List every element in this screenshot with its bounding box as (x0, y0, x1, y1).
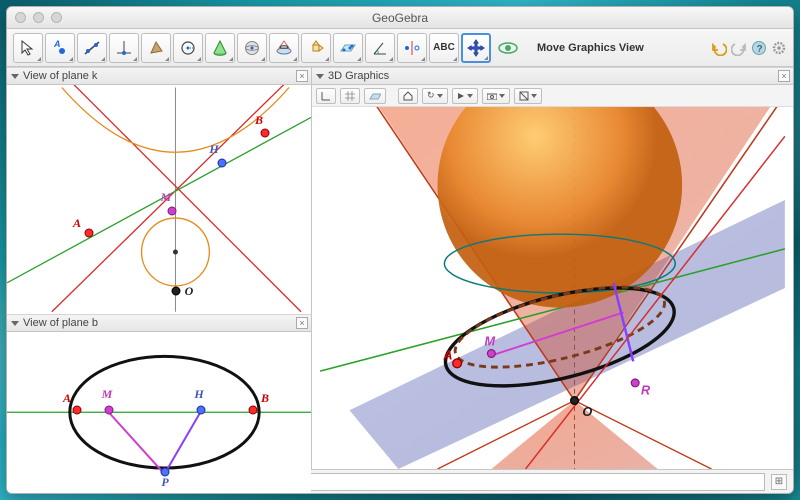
toggle-grid-button[interactable] (340, 88, 360, 104)
net-tool[interactable] (301, 33, 331, 63)
zoom-window-button[interactable] (51, 12, 62, 23)
point-H-b[interactable] (197, 406, 206, 415)
graphics3d-svg: A M R O (312, 107, 793, 469)
start-rotation-button[interactable] (452, 88, 478, 104)
visibility-tool[interactable] (493, 33, 523, 63)
move-tool[interactable] (13, 33, 43, 63)
svg-text:A: A (53, 39, 61, 49)
close-icon[interactable]: × (296, 70, 308, 82)
point-A-b[interactable] (73, 406, 82, 415)
chevron-down-icon[interactable] (11, 321, 19, 326)
move-view-tool[interactable] (461, 33, 491, 63)
label-B-b: B (261, 391, 269, 406)
cone-tool[interactable] (205, 33, 235, 63)
perpendicular-tool[interactable] (109, 33, 139, 63)
workspace: View of plane k × A (7, 67, 793, 469)
label-M-b: M (102, 387, 113, 402)
label-H: H (209, 142, 218, 157)
panel-plane-k: View of plane k × A (7, 67, 311, 314)
close-window-button[interactable] (15, 12, 26, 23)
projection-button[interactable] (514, 88, 542, 104)
window-title: GeoGebra (372, 11, 428, 25)
main-toolbar: A ABC Move Graphics View ? (7, 29, 793, 67)
panel-plane-k-title: View of plane k (23, 70, 97, 82)
svg-text:O: O (582, 404, 592, 419)
label-B: B (255, 113, 263, 128)
svg-text:M: M (485, 334, 496, 349)
right-column: 3D Graphics × ↻ (312, 67, 793, 469)
point-M-b[interactable] (105, 406, 114, 415)
angle-tool[interactable] (365, 33, 395, 63)
chevron-down-icon[interactable] (316, 74, 324, 79)
svg-text:R: R (641, 383, 651, 398)
label-O: O (185, 284, 194, 299)
panel-plane-b-title: View of plane b (23, 317, 98, 329)
intersection-tool[interactable] (269, 33, 299, 63)
reflect-tool[interactable] (397, 33, 427, 63)
left-column: View of plane k × A (7, 67, 312, 469)
sphere-tool[interactable] (237, 33, 267, 63)
plane-tool[interactable] (333, 33, 363, 63)
close-icon[interactable]: × (778, 70, 790, 82)
plane-k-svg (7, 85, 311, 314)
minimize-window-button[interactable] (33, 12, 44, 23)
polygon-tool[interactable] (141, 33, 171, 63)
toggle-plane-button[interactable] (364, 88, 386, 104)
panel-plane-b: View of plane b × A M H (7, 314, 311, 494)
label-A: A (73, 216, 81, 231)
window-controls[interactable] (15, 12, 62, 23)
panel-plane-b-header[interactable]: View of plane b × (7, 314, 311, 332)
label-H-b: H (194, 387, 203, 402)
line-tool[interactable] (77, 33, 107, 63)
point-B[interactable] (261, 129, 270, 138)
svg-text:?: ? (757, 44, 763, 55)
label-A-b: A (63, 391, 71, 406)
panel-plane-k-header[interactable]: View of plane k × (7, 67, 311, 85)
panel-3d-header[interactable]: 3D Graphics × (312, 67, 793, 85)
panel-3d-title: 3D Graphics (328, 70, 389, 82)
label-P-b: P (161, 475, 168, 490)
point-O[interactable] (172, 287, 181, 296)
capture-button[interactable] (482, 88, 510, 104)
svg-text:A: A (442, 347, 452, 362)
app-window: GeoGebra A ABC Move Graphics View ? (6, 6, 794, 494)
label-M: M (161, 190, 172, 205)
plane-b-svg (7, 332, 311, 494)
graphics3d-subtoolbar: ↻ (312, 85, 793, 107)
close-icon[interactable]: × (296, 317, 308, 329)
preferences-icon[interactable] (771, 40, 787, 56)
circle-tool[interactable] (173, 33, 203, 63)
graphics3d-canvas[interactable]: A M R O (312, 107, 793, 469)
plane-k-canvas[interactable]: A M H B O (7, 85, 311, 314)
input-assist-button[interactable]: ⊞ (771, 474, 787, 490)
home-button[interactable] (398, 88, 418, 104)
point-tool[interactable]: A (45, 33, 75, 63)
help-icon[interactable]: ? (751, 40, 767, 56)
plane-b-canvas[interactable]: A M H B P (7, 332, 311, 494)
chevron-down-icon[interactable] (11, 74, 19, 79)
point-B-b[interactable] (249, 406, 258, 415)
point-H[interactable] (218, 159, 227, 168)
titlebar[interactable]: GeoGebra (7, 7, 793, 29)
point-A[interactable] (85, 229, 94, 238)
text-tool[interactable]: ABC (429, 33, 459, 63)
toolbar-right-group: ? (711, 40, 787, 56)
active-tool-label: Move Graphics View (537, 42, 644, 54)
rotate-view-button[interactable]: ↻ (422, 88, 448, 104)
toggle-axes-button[interactable] (316, 88, 336, 104)
redo-icon[interactable] (731, 40, 747, 56)
point-M[interactable] (168, 207, 177, 216)
undo-icon[interactable] (711, 40, 727, 56)
